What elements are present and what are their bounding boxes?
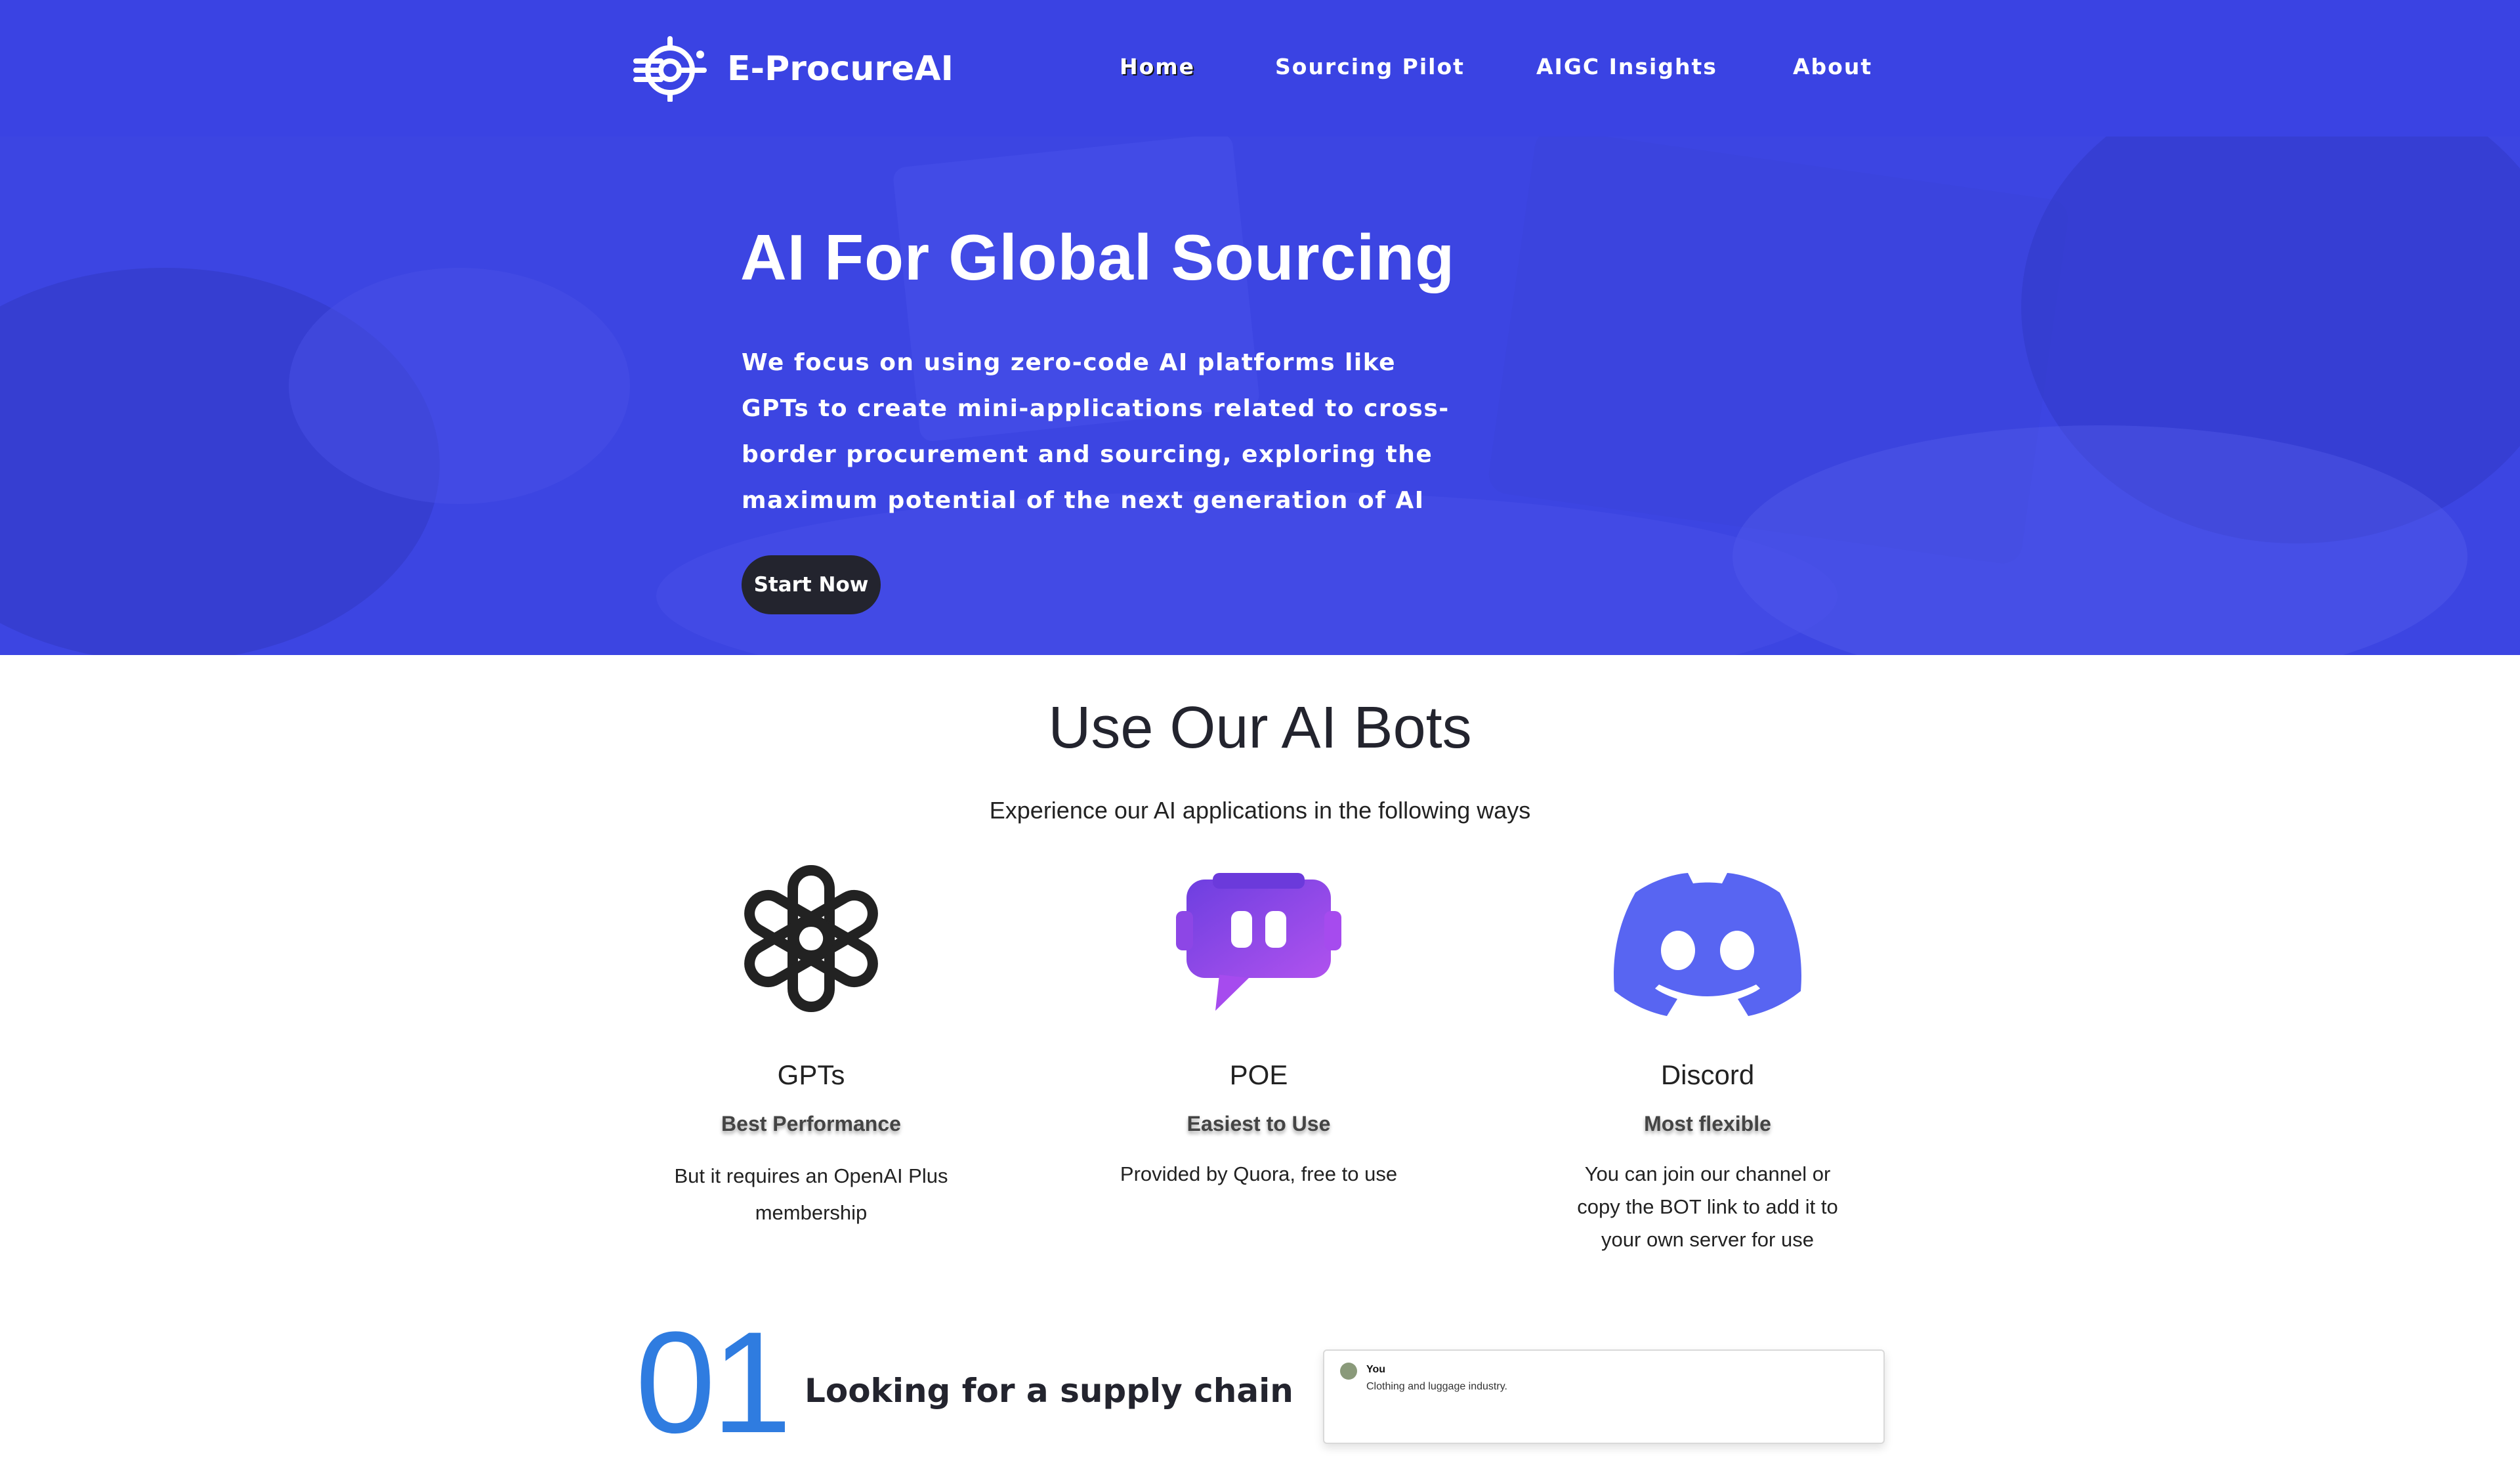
bots-section-title: Use Our AI Bots <box>1048 695 1472 761</box>
site-header: E-ProcureAI Home Sourcing Pilot AIGC Ins… <box>0 0 2520 137</box>
bot-description: Provided by Quora, free to use <box>1120 1162 1398 1185</box>
bot-description: You can join our channel or copy the BOT… <box>1577 1162 1838 1251</box>
step-number: 01 <box>635 1302 792 1463</box>
nav-home[interactable]: Home <box>1120 54 1195 79</box>
radar-chip-icon <box>633 36 707 102</box>
start-now-button[interactable]: Start Now <box>742 555 881 614</box>
nav-aigc-insights[interactable]: AIGC Insights <box>1536 54 1717 79</box>
bot-card-gpts[interactable]: GPTs Best Performance But it requires an… <box>640 853 982 1224</box>
step-title: Looking for a supply chain <box>805 1372 1293 1410</box>
hero-section: AI For Global Sourcing We focus on using… <box>0 137 2520 655</box>
nav-sourcing-pilot[interactable]: Sourcing Pilot <box>1275 54 1465 79</box>
user-avatar <box>1340 1363 1357 1380</box>
nav-about[interactable]: About <box>1793 54 1872 79</box>
poe-icon <box>1176 873 1341 1011</box>
discord-icon <box>1614 873 1801 1016</box>
hero-title: AI For Global Sourcing <box>740 221 1456 293</box>
hero-description: We focus on using zero-code AI platforms… <box>742 349 1450 514</box>
bot-name: Discord <box>1660 1059 1755 1090</box>
bot-tag: Most flexible <box>1644 1112 1771 1135</box>
bot-tag: Easiest to Use <box>1186 1112 1331 1135</box>
bot-card-poe[interactable]: POE Easiest to Use Provided by Quora, fr… <box>1088 853 1429 1185</box>
bot-name: POE <box>1229 1059 1288 1090</box>
bots-section-subtitle: Experience our AI applications in the fo… <box>989 797 1531 824</box>
chat-message: Clothing and luggage industry. <box>1366 1381 1507 1392</box>
bot-card-discord[interactable]: Discord Most flexible You can join our c… <box>1537 853 1878 1251</box>
bot-name: GPTs <box>777 1059 845 1090</box>
openai-icon <box>744 865 878 1012</box>
brand-name: E-ProcureAI <box>727 49 954 89</box>
brand-logo[interactable]: E-ProcureAI <box>632 33 954 105</box>
bot-tag: Best Performance <box>721 1112 901 1135</box>
bot-description: But it requires an OpenAI Plus membershi… <box>674 1164 948 1224</box>
chat-user-name: You <box>1366 1364 1386 1375</box>
chat-preview-card: You Clothing and luggage industry. <box>1323 1349 1885 1444</box>
